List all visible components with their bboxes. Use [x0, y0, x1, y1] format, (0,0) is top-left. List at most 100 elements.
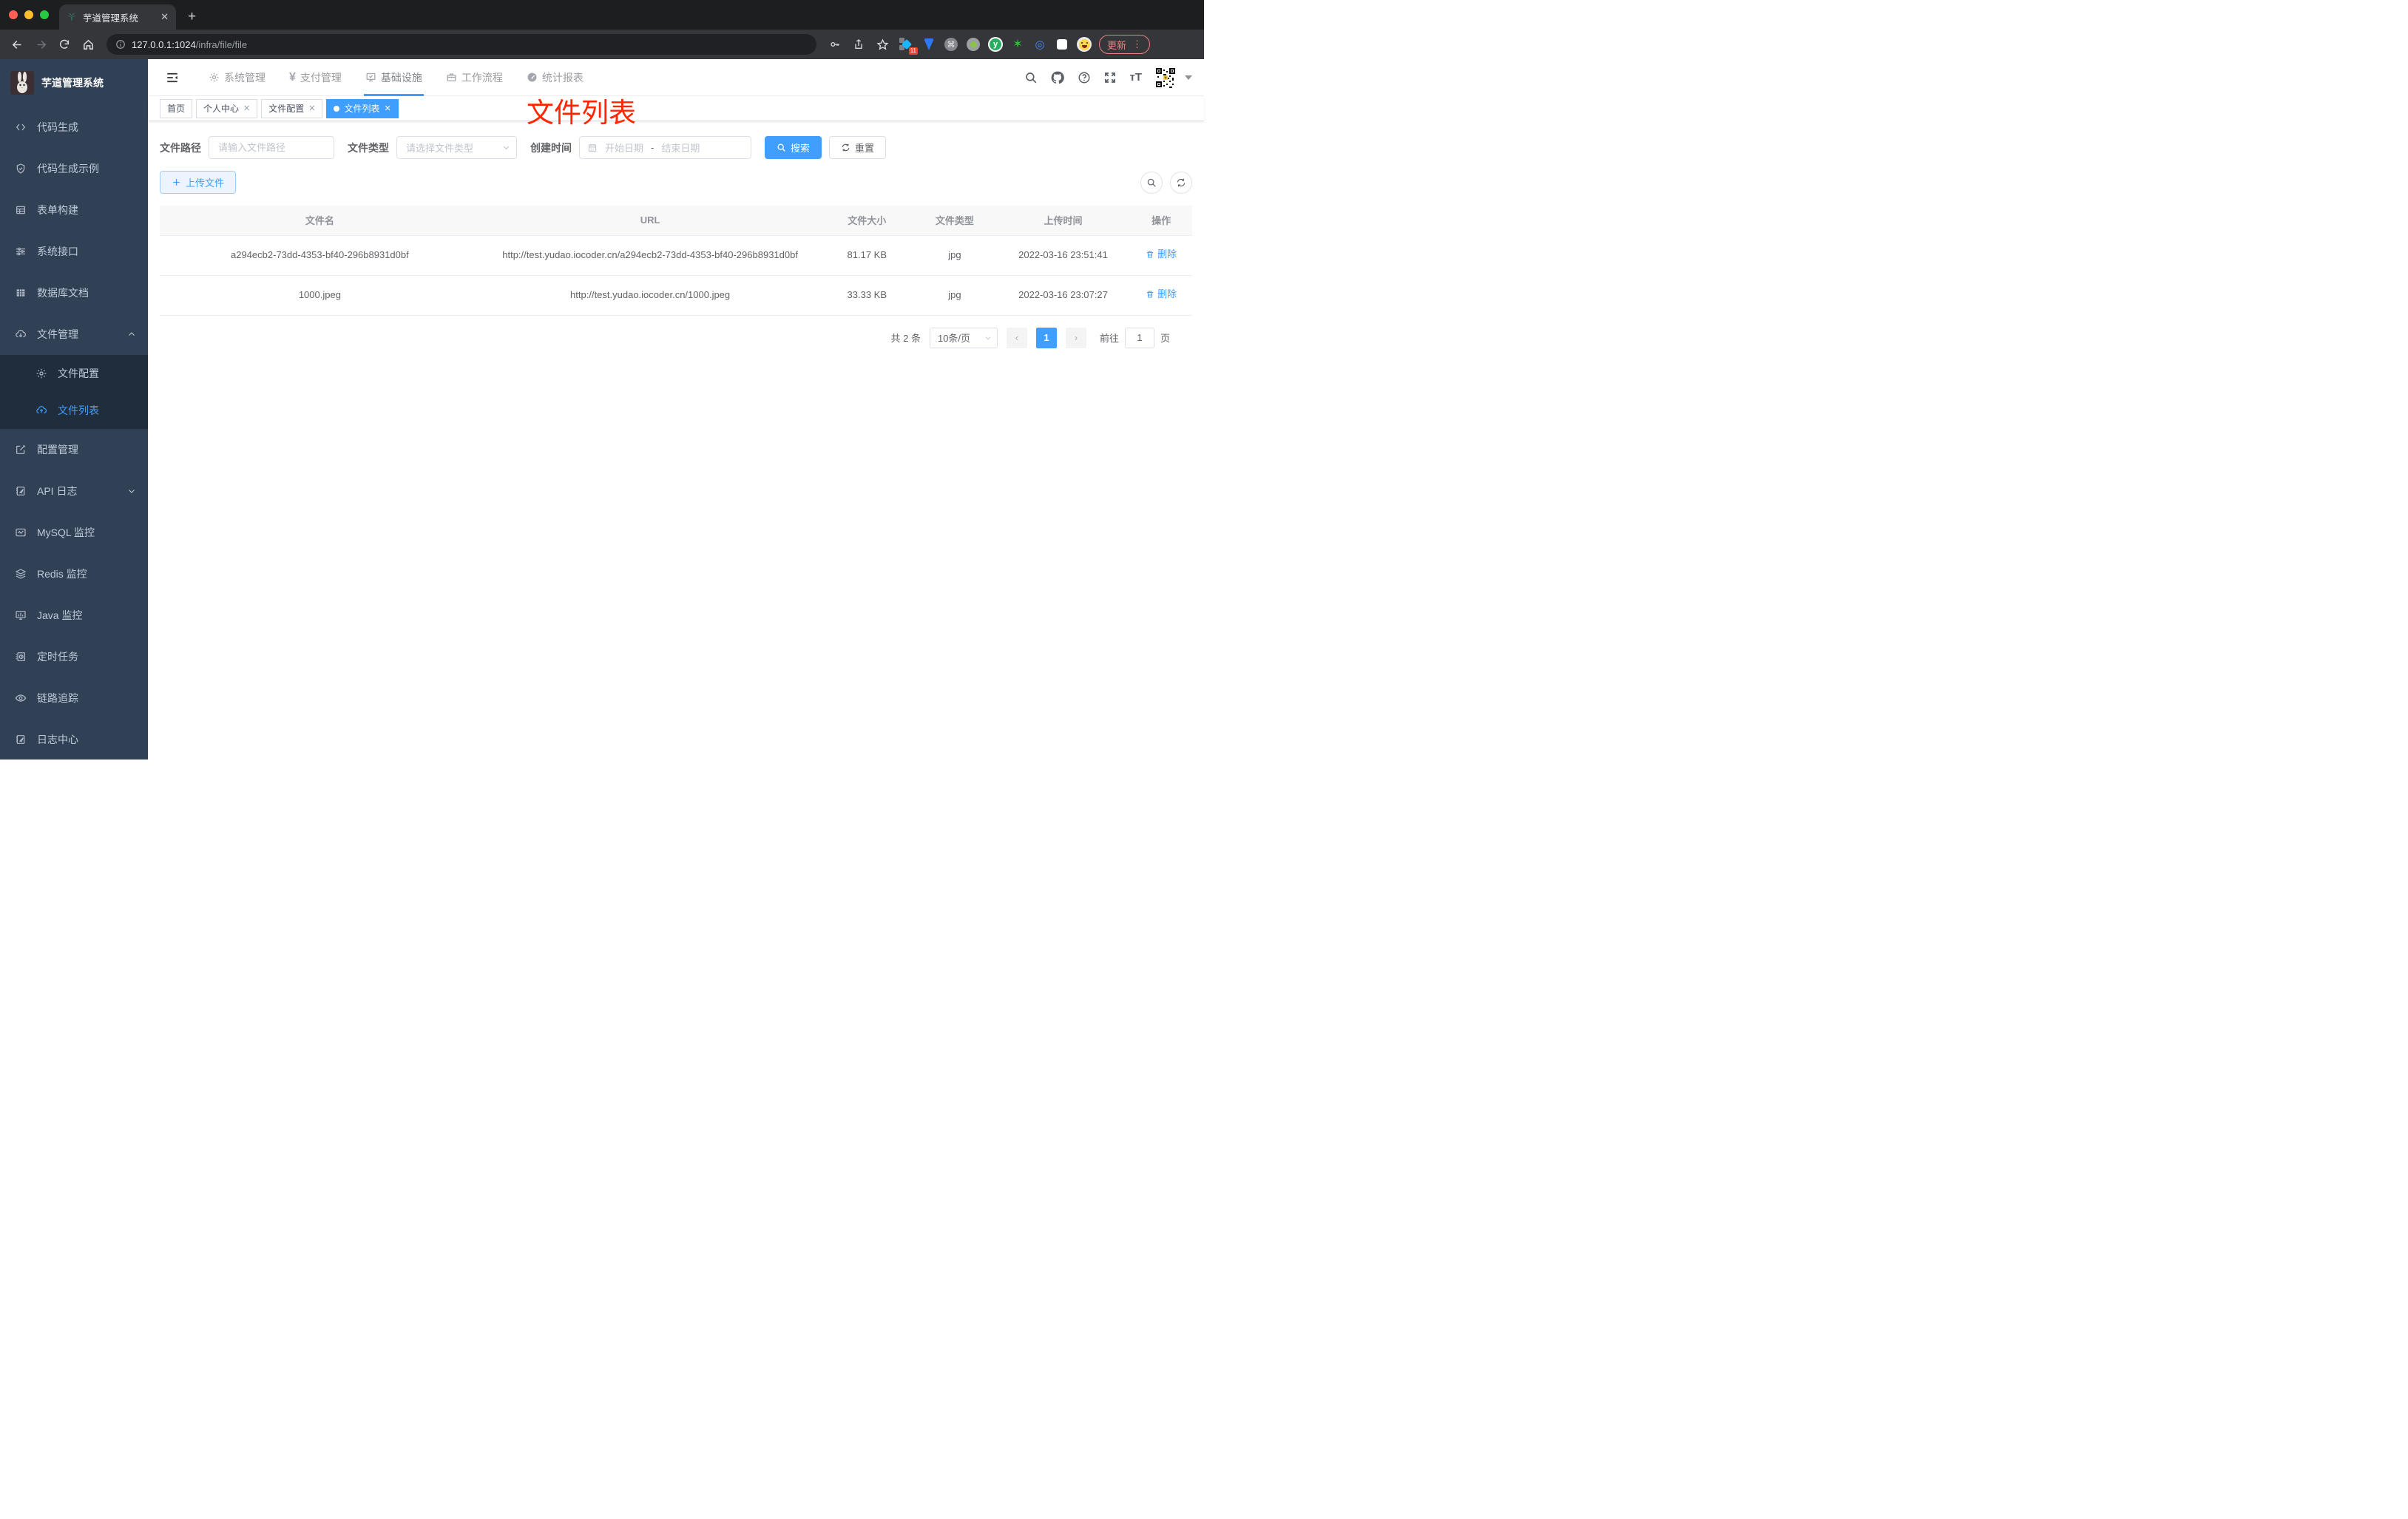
table-filled-icon [15, 287, 27, 299]
search-icon [777, 143, 786, 152]
topnav-item-system[interactable]: 系统管理 [200, 59, 274, 96]
sidebar-item-label: 数据库文档 [37, 287, 89, 299]
topnav-item-workflow[interactable]: 工作流程 [437, 59, 512, 96]
tag-close-icon[interactable]: ✕ [385, 104, 391, 113]
sidebar-item-form-builder[interactable]: 表单构建 [0, 189, 148, 231]
reset-button[interactable]: 重置 [829, 136, 887, 159]
sidebar-item-label: 代码生成示例 [37, 163, 99, 175]
sidebar-item-java-monitor[interactable]: Java 监控 [0, 595, 148, 636]
sidebar-item-label: 文件列表 [58, 405, 99, 416]
sidebar-submenu-file: 文件配置 文件列表 [0, 355, 148, 429]
help-icon[interactable] [1078, 71, 1091, 84]
home-button[interactable] [78, 35, 98, 54]
table-row: a294ecb2-73dd-4353-bf40-296b8931d0bf htt… [160, 235, 1192, 276]
page-number-button[interactable]: 1 [1035, 327, 1057, 348]
topnav-item-infrastructure[interactable]: 基础设施 [356, 59, 431, 96]
search-button[interactable]: 搜索 [765, 136, 822, 159]
show-search-toggle-button[interactable] [1140, 171, 1163, 194]
extension-y-icon[interactable]: y [988, 37, 1003, 52]
table-outline-icon [15, 204, 27, 216]
tag-file-config[interactable]: 文件配置 ✕ [261, 98, 323, 118]
file-path-input[interactable] [209, 136, 334, 159]
delete-button[interactable]: 删除 [1146, 287, 1177, 302]
url-path: /infra/file/file [195, 38, 248, 50]
window-controls[interactable] [0, 0, 59, 30]
jump-page-input[interactable] [1124, 327, 1154, 348]
minimize-window-button[interactable] [24, 10, 33, 19]
col-header-url: URL [479, 206, 821, 236]
refresh-table-button[interactable] [1170, 171, 1192, 194]
password-key-icon[interactable] [825, 35, 845, 54]
date-range-picker[interactable]: 开始日期 - 结束日期 [579, 136, 751, 159]
browser-tab[interactable]: 芋道管理系统 ✕ [59, 4, 176, 30]
page-size-select[interactable]: 10条/页 [929, 327, 998, 348]
tab-close-icon[interactable]: ✕ [160, 11, 169, 23]
share-icon[interactable] [849, 35, 868, 54]
avatar-caret-icon[interactable] [1185, 75, 1192, 80]
back-button[interactable] [7, 35, 27, 54]
sidebar-item-label: 链路追踪 [37, 692, 78, 704]
extension-record-icon[interactable] [966, 37, 981, 52]
delete-button[interactable]: 删除 [1146, 247, 1177, 263]
sidebar-item-label: 代码生成 [37, 121, 78, 133]
sidebar-item-db-doc[interactable]: 数据库文档 [0, 272, 148, 314]
sidebar-item-config-management[interactable]: 配置管理 [0, 429, 148, 470]
sidebar-item-api-log[interactable]: API 日志 [0, 470, 148, 512]
sidebar-collapse-icon[interactable] [160, 65, 185, 90]
fullscreen-icon[interactable] [1103, 71, 1117, 84]
extension-star-icon[interactable]: ✶ [1010, 37, 1025, 52]
reload-button[interactable] [55, 35, 74, 54]
avatar[interactable] [1154, 66, 1177, 89]
tag-close-icon[interactable]: ✕ [243, 104, 250, 113]
sidebar-item-file-management[interactable]: 文件管理 [0, 314, 148, 355]
sidebar-item-file-config[interactable]: 文件配置 [0, 355, 148, 392]
sidebar-item-code-demo[interactable]: 代码生成示例 [0, 148, 148, 189]
extension-eye-icon[interactable]: ◎ [1032, 37, 1047, 52]
prev-page-button[interactable]: ‹ [1006, 327, 1027, 348]
calendar-icon [587, 143, 598, 153]
extension-emoji-icon[interactable] [1077, 37, 1092, 52]
pagination-total: 共 2 条 [890, 333, 921, 345]
page-content: 文件路径 文件类型 请选择文件类型 创建时间 [148, 121, 1204, 348]
browser-menu-dots-icon[interactable]: ⋮ [1132, 38, 1142, 50]
tab-title: 芋道管理系统 [83, 13, 139, 24]
pagination: 共 2 条 10条/页 ‹ 1 › 前往 页 [160, 327, 1192, 348]
file-type-select[interactable]: 请选择文件类型 [396, 136, 517, 159]
app-title: 芋道管理系统 [41, 77, 104, 89]
upload-file-button[interactable]: 上传文件 [160, 171, 237, 194]
font-size-icon[interactable]: тT [1129, 71, 1142, 84]
topnav-item-payment[interactable]: ¥ 支付管理 [280, 59, 351, 96]
sidebar-item-scheduled-tasks[interactable]: 定时任务 [0, 636, 148, 677]
forward-button[interactable] [31, 35, 50, 54]
search-icon[interactable] [1024, 71, 1038, 84]
github-icon[interactable] [1050, 70, 1065, 85]
url-text: 127.0.0.1:1024/infra/file/file [132, 39, 247, 50]
site-info-icon[interactable] [115, 39, 126, 50]
next-page-button[interactable]: › [1065, 327, 1086, 348]
bookmark-star-icon[interactable] [873, 35, 892, 54]
sidebar-item-mysql-monitor[interactable]: MySQL 监控 [0, 512, 148, 553]
url-bar[interactable]: 127.0.0.1:1024/infra/file/file [106, 34, 816, 55]
logo-rabbit-image [10, 71, 34, 95]
maximize-window-button[interactable] [40, 10, 49, 19]
page-size-value: 10条/页 [937, 333, 971, 345]
sidebar-item-system-api[interactable]: 系统接口 [0, 231, 148, 272]
sidebar-item-trace[interactable]: 链路追踪 [0, 677, 148, 719]
file-type-placeholder: 请选择文件类型 [406, 143, 474, 154]
sidebar-item-file-list[interactable]: 文件列表 [0, 392, 148, 429]
new-tab-button[interactable]: + [176, 9, 208, 30]
extension-gem-icon[interactable] [921, 37, 936, 52]
browser-update-button[interactable]: 更新 ⋮ [1099, 35, 1151, 54]
sidebar-item-log-center[interactable]: 日志中心 [0, 719, 148, 760]
sidebar-item-code-generation[interactable]: 代码生成 [0, 106, 148, 148]
sidebar-item-redis-monitor[interactable]: Redis 监控 [0, 553, 148, 595]
tag-file-list[interactable]: 文件列表 ✕ [326, 98, 399, 118]
tag-home[interactable]: 首页 [160, 98, 193, 118]
close-window-button[interactable] [9, 10, 18, 19]
extension-puzzle-icon[interactable] [1055, 37, 1069, 52]
tag-close-icon[interactable]: ✕ [308, 104, 315, 113]
tag-profile[interactable]: 个人中心 ✕ [196, 98, 258, 118]
extension-command-icon[interactable]: ⌘ [944, 37, 958, 52]
extension-pin-icon[interactable]: 11 [899, 37, 918, 55]
tag-label: 首页 [167, 104, 186, 114]
